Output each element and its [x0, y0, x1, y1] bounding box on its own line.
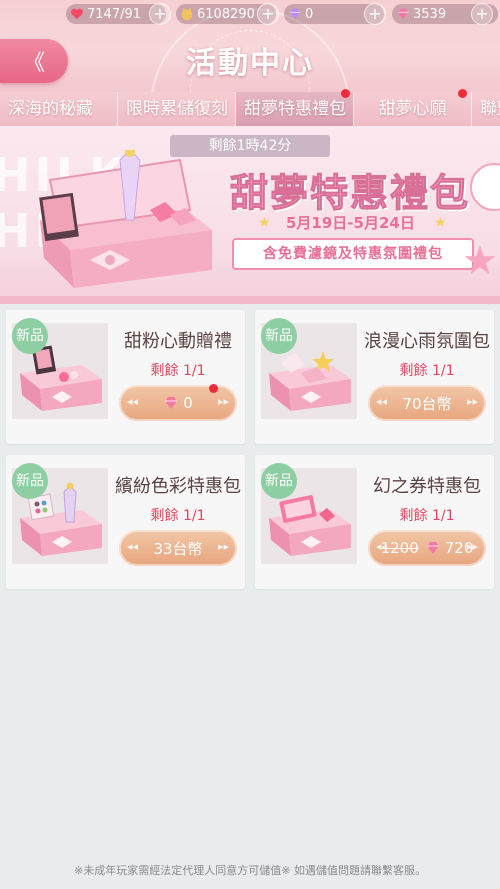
pink-diamond-icon — [426, 542, 439, 554]
page-title: 活動中心 — [186, 46, 314, 81]
tab-deep-sea-treasure[interactable]: 深海的秘藏 — [0, 92, 118, 126]
cat-coin-icon — [181, 7, 193, 21]
product-remaining: 剩餘 1/1 — [150, 363, 206, 379]
tab-notification-dot — [458, 89, 467, 98]
product-name: 繽紛色彩特惠包 — [115, 476, 241, 497]
gift-box-illustration — [39, 150, 212, 288]
arrow-right-icon: ▸▸ — [217, 395, 229, 408]
arrow-left-icon: ◂◂ — [127, 395, 139, 408]
pink-diamond-icon — [397, 8, 409, 20]
product-name: 浪漫心雨氛圍包 — [364, 331, 490, 352]
resource-stamina-value: 7147/91 — [87, 6, 142, 22]
banner-badge-icon — [470, 163, 500, 211]
header-bar: 7147/91 + 6108290 + 0 + 3539 + 《 活動中心 — [0, 0, 500, 93]
footer-notice: ※未成年玩家需經法定代理人同意方可儲值※ 如遇儲值問題請聯繫客服。 — [74, 864, 426, 877]
banner-bottom-stripe — [0, 296, 500, 304]
arrow-left-icon: ◂◂ — [127, 540, 139, 553]
product-card[interactable]: 新品 甜粉心動贈禮 剩餘 1/1 ◂◂ 0 ▸▸ — [6, 310, 245, 444]
product-name: 幻之券特惠包 — [373, 476, 481, 497]
resource-pink-diamonds-value: 3539 — [413, 6, 447, 22]
product-price: 33台幣 — [153, 539, 203, 558]
arrow-right-icon: ▸▸ — [217, 540, 229, 553]
tab-limited-recharge-rerun[interactable]: 限時累儲復刻 — [118, 92, 236, 126]
product-price: 0 — [183, 394, 193, 412]
banner-timer: 剩餘1時42分 — [170, 135, 330, 157]
banner-description: 含免費濾鏡及特惠氛圍禮包 — [232, 238, 474, 270]
buy-button[interactable]: ◂◂ 1200 720 ▸▸ — [368, 530, 486, 566]
product-card[interactable]: 新品 繽紛色彩特惠包 剩餘 1/1 ◂◂ 33台幣 ▸▸ — [6, 455, 245, 589]
tab-notification-dot — [341, 89, 350, 98]
new-badge: 新品 — [261, 318, 297, 354]
product-remaining: 剩餘 1/1 — [399, 508, 455, 524]
product-name: 甜粉心動贈禮 — [124, 331, 232, 352]
arrow-right-icon: ▸▸ — [466, 395, 478, 408]
add-pink-diamonds-button[interactable]: + — [471, 3, 493, 25]
resource-diamonds-value: 0 — [305, 6, 314, 22]
product-card[interactable]: 新品 幻之券特惠包 剩餘 1/1 ◂◂ 1200 720 ▸▸ — [255, 455, 494, 589]
notification-dot — [209, 384, 218, 393]
product-remaining: 剩餘 1/1 — [150, 508, 206, 524]
decor-star-icon: ★ — [462, 238, 498, 284]
arrow-left-icon: ◂◂ — [376, 540, 388, 553]
add-coins-button[interactable]: + — [257, 3, 279, 25]
add-stamina-button[interactable]: + — [149, 3, 171, 25]
star-icon: ★ — [434, 215, 447, 231]
tab-sweet-dream-pack[interactable]: 甜夢特惠禮包 — [236, 92, 354, 126]
heart-icon — [71, 8, 83, 20]
new-badge: 新品 — [12, 463, 48, 499]
arrow-right-icon: ▸▸ — [466, 540, 478, 553]
buy-button[interactable]: ◂◂ 70台幣 ▸▸ — [368, 385, 486, 421]
product-card[interactable]: 新品 浪漫心雨氛圍包 剩餘 1/1 ◂◂ 70台幣 ▸▸ — [255, 310, 494, 444]
product-price: 70台幣 — [402, 394, 452, 413]
product-remaining: 剩餘 1/1 — [399, 363, 455, 379]
new-badge: 新品 — [261, 463, 297, 499]
pink-diamond-icon — [165, 397, 178, 409]
buy-button[interactable]: ◂◂ 0 ▸▸ — [119, 385, 237, 421]
buy-button[interactable]: ◂◂ 33台幣 ▸▸ — [119, 530, 237, 566]
banner-date: 5月19日-5月24日 — [286, 214, 415, 232]
star-icon: ★ — [258, 215, 271, 231]
resource-coins-value: 6108290 — [197, 6, 255, 22]
activity-tabs: 深海的秘藏 限時累儲復刻 甜夢特惠禮包 甜夢心願 聯盟 — [0, 92, 500, 126]
tab-alliance[interactable]: 聯盟 — [472, 92, 500, 126]
tab-sweet-dream-wish[interactable]: 甜夢心願 — [354, 92, 472, 126]
new-badge: 新品 — [12, 318, 48, 354]
promo-banner: HILKI HILKI 剩餘1時42分 甜夢特惠禮包 ★ 5月19日-5月24日… — [0, 126, 500, 304]
banner-title: 甜夢特惠禮包 — [229, 171, 471, 216]
diamond-icon — [289, 8, 301, 20]
arrow-left-icon: ◂◂ — [376, 395, 388, 408]
add-diamonds-button[interactable]: + — [364, 3, 386, 25]
